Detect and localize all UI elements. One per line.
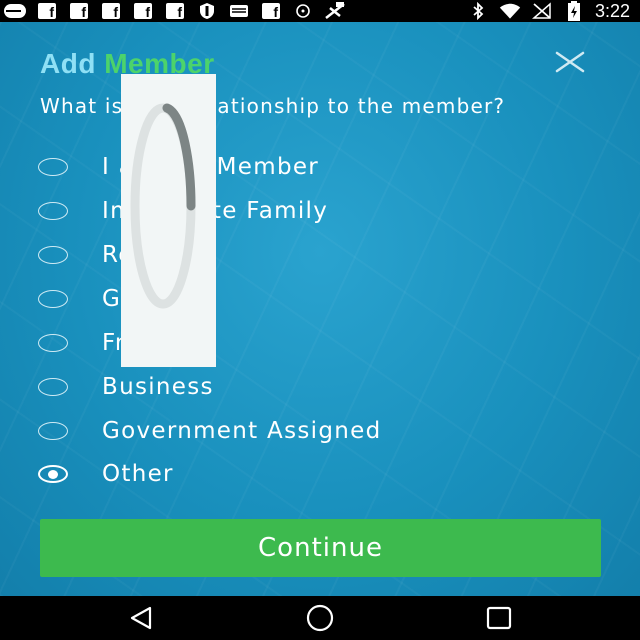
message-icon	[4, 3, 26, 19]
close-icon	[555, 51, 585, 73]
recents-button[interactable]	[478, 604, 518, 632]
system-icons: 3:22	[467, 1, 630, 21]
notification-icons: f f f f f f	[4, 2, 346, 20]
loading-overlay	[121, 74, 216, 367]
facebook-icon: f	[260, 3, 282, 19]
option-label: Other	[102, 461, 174, 487]
facebook-icon: f	[100, 3, 122, 19]
option-government-assigned[interactable]: Government Assigned	[38, 414, 598, 448]
option-other[interactable]: Other	[38, 457, 598, 491]
recents-icon	[486, 606, 512, 630]
radio-friend[interactable]	[38, 334, 68, 352]
facebook-icon: f	[36, 3, 58, 19]
radio-guardian[interactable]	[38, 290, 68, 308]
radio-business[interactable]	[38, 378, 68, 396]
facebook-icon: f	[68, 3, 90, 19]
relationship-question: What is your relationship to the member?	[40, 94, 506, 118]
sync-icon	[292, 3, 314, 19]
signal-icon	[531, 2, 553, 19]
radio-government-assigned[interactable]	[38, 422, 68, 440]
radio-relative[interactable]	[38, 246, 68, 264]
bluetooth-icon	[467, 2, 489, 20]
no-signal-icon	[324, 2, 346, 19]
title-add: Add	[40, 48, 96, 79]
back-button[interactable]	[122, 604, 162, 632]
home-icon	[306, 604, 334, 632]
back-icon	[130, 606, 152, 630]
continue-button[interactable]: Continue	[40, 519, 601, 577]
radio-other[interactable]	[38, 465, 68, 483]
option-label: Government Assigned	[102, 418, 382, 444]
wifi-icon	[499, 3, 521, 19]
radio-i-am-the-member[interactable]	[38, 158, 68, 176]
mail-icon	[228, 3, 250, 19]
battery-icon	[563, 1, 585, 21]
clock: 3:22	[594, 0, 630, 21]
option-business[interactable]: Business	[38, 370, 598, 404]
loading-spinner-icon	[130, 103, 196, 309]
facebook-icon: f	[164, 3, 186, 19]
add-member-dialog: Add Member What is your relationship to …	[0, 22, 640, 596]
shield-icon	[196, 3, 218, 19]
home-button[interactable]	[300, 604, 340, 632]
radio-immediate-family[interactable]	[38, 202, 68, 220]
close-button[interactable]	[552, 48, 588, 76]
option-label: Business	[102, 374, 214, 400]
navigation-bar	[0, 596, 640, 640]
facebook-icon: f	[132, 3, 154, 19]
status-bar: f f f f f f 3:22	[0, 0, 640, 22]
